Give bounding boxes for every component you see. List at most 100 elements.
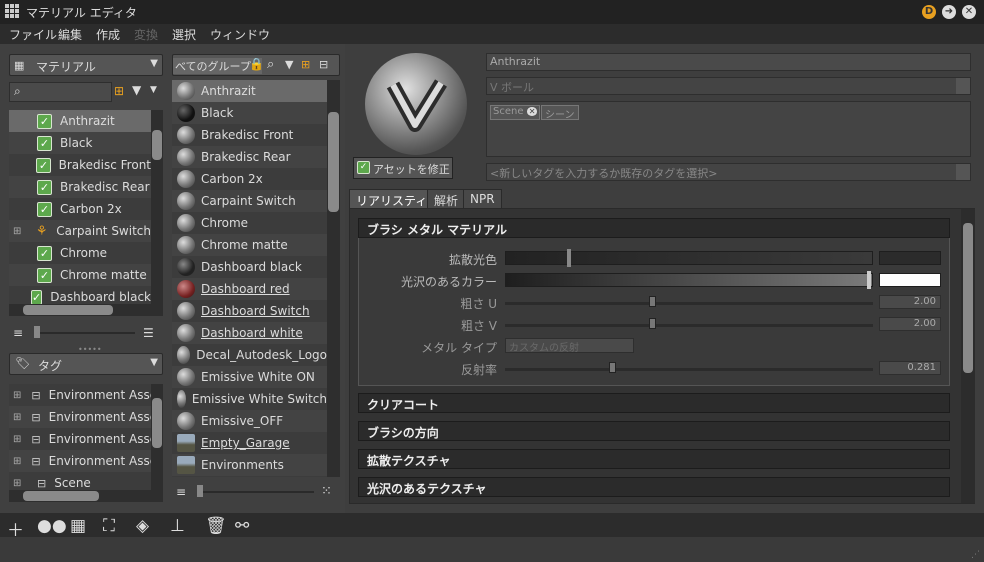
reflectivity-slider[interactable] [505, 368, 873, 371]
library-list-item[interactable]: Emissive_OFF [172, 410, 327, 432]
material-list-item[interactable]: ✓ Brakedisc Front [9, 154, 151, 176]
material-preview[interactable] [365, 53, 467, 155]
tab-npr[interactable]: NPR [463, 189, 502, 209]
library-list-item[interactable]: Environments [172, 454, 327, 476]
tag-list-item[interactable]: ⊞ ⊟ Environment Asse [9, 428, 151, 450]
chevron-down-icon[interactable]: ▼ [150, 85, 157, 95]
material-list-item[interactable]: ✓ Chrome [9, 242, 151, 264]
material-list-item[interactable]: ✓ Dashboard black [9, 286, 151, 304]
search-input[interactable]: ⌕ [9, 82, 112, 102]
material-list-item[interactable]: ✓ Brakedisc Rear [9, 176, 151, 198]
glossy-slider[interactable] [505, 273, 873, 287]
glossy-slider-knob[interactable] [867, 271, 871, 289]
tag-list-item[interactable]: ⊞ ⊟ Scene [9, 472, 151, 490]
assign-grid-icon[interactable]: ▦ [70, 516, 86, 536]
expand-icon[interactable]: ⊞ [13, 412, 21, 423]
reflectivity-knob[interactable] [609, 362, 616, 373]
roughness-v-knob[interactable] [649, 318, 656, 329]
thumb-size-knob[interactable] [197, 485, 203, 497]
roughness-v-value[interactable]: 2.00 [879, 317, 941, 331]
library-list-item[interactable]: Dashboard white [172, 322, 327, 344]
expand-icon[interactable]: ⊞ [13, 226, 25, 237]
expand-icon[interactable]: ⊞ [13, 390, 21, 401]
material-list-item[interactable]: ⊞ ⚘ Carpaint Switch [9, 220, 151, 242]
reflectivity-value[interactable]: 0.281 [879, 361, 941, 375]
node-graph-icon[interactable]: ⚯ [235, 516, 249, 536]
menu-select[interactable]: 選択 [172, 26, 196, 43]
menu-file[interactable]: ファイル [9, 26, 57, 43]
library-list-item[interactable]: Emissive White ON [172, 366, 327, 388]
material-list-hscrollbar[interactable] [9, 304, 163, 316]
resize-grip-icon[interactable]: ⋰ [971, 550, 980, 560]
trash-icon[interactable]: 🗑 [205, 516, 227, 536]
material-list-item[interactable]: ✓ Carbon 2x [9, 198, 151, 220]
section-brush-direction[interactable]: ブラシの方向 [358, 421, 950, 441]
library-list-item[interactable]: Carbon 2x [172, 168, 327, 190]
roughness-u-value[interactable]: 2.00 [879, 295, 941, 309]
library-list-item[interactable]: Chrome [172, 212, 327, 234]
expand-icon[interactable]: ⊞ [13, 434, 21, 445]
material-dropdown[interactable]: ▦ マテリアル ▼ [9, 54, 163, 76]
duplicate-icon[interactable]: ●● [37, 516, 67, 536]
tag-list-hscrollbar[interactable] [9, 490, 163, 502]
tag-list-item[interactable]: ⊞ ⊟ Environment Asse [9, 384, 151, 406]
modify-asset-button[interactable]: ✓ アセットを修正 [353, 157, 453, 179]
material-list-scrollbar[interactable] [151, 110, 163, 304]
glossy-swatch[interactable] [879, 273, 941, 287]
library-scrollbar[interactable] [327, 80, 340, 477]
remove-tag-icon[interactable]: ✕ [526, 107, 538, 116]
menu-edit[interactable]: 編集 [58, 26, 82, 43]
add-tag-input[interactable]: <新しいタグを入力するか既存のタグを選択> [486, 163, 971, 181]
lock-icon[interactable]: 🔒 [249, 57, 264, 71]
menu-window[interactable]: ウィンドウ [210, 26, 270, 43]
library-list-item[interactable]: Brakedisc Front [172, 124, 327, 146]
roughness-v-slider[interactable] [505, 324, 873, 327]
section-title[interactable]: ブラシ メタル マテリアル [358, 218, 950, 238]
section-clearcoat[interactable]: クリアコート [358, 393, 950, 413]
material-list-item[interactable]: ✓ Black [9, 132, 151, 154]
hierarchy-icon[interactable]: ⊞ [301, 58, 310, 71]
expand-icon[interactable]: ⊞ [13, 478, 27, 489]
list-view-icon[interactable]: ≡ [176, 485, 186, 499]
metal-type-select[interactable]: カスタムの反射 [505, 338, 634, 354]
filter-icon[interactable]: ▼ [285, 58, 293, 71]
d-badge-icon[interactable]: D [922, 5, 936, 19]
library-list-item[interactable]: Dashboard red [172, 278, 327, 300]
pick-from-scene-icon[interactable]: ⛶ [103, 516, 115, 536]
arrow-right-icon[interactable]: ➜ [942, 5, 956, 19]
tag-list-item[interactable]: ⊞ ⊟ Environment Asse [9, 450, 151, 472]
section-glossy-texture[interactable]: 光沢のあるテクスチャ [358, 477, 950, 497]
expand-icon[interactable]: ⊞ [13, 456, 21, 467]
library-list-item[interactable]: Anthrazit [172, 80, 327, 102]
list-view-icon[interactable]: ≡ [13, 326, 23, 340]
tag-list-item[interactable]: ⊞ ⊟ Environment Asse [9, 406, 151, 428]
tag-dropdown[interactable]: 🏷 タグ ▼ [9, 353, 163, 375]
library-list-item[interactable]: Carpaint Switch [172, 190, 327, 212]
diffuse-swatch[interactable] [879, 251, 941, 265]
library-list-item[interactable]: Dashboard black [172, 256, 327, 278]
properties-scrollbar[interactable] [961, 209, 975, 503]
library-list-item[interactable]: Black [172, 102, 327, 124]
material-list-item[interactable]: ✓ Anthrazit [9, 110, 151, 132]
hierarchy-icon[interactable]: ⊞ [114, 84, 124, 98]
tag-icon[interactable]: ⊟ [319, 58, 328, 71]
library-list-item[interactable]: Brakedisc Rear [172, 146, 327, 168]
roughness-u-slider[interactable] [505, 302, 873, 305]
library-list-item[interactable]: Emissive White Switch [172, 388, 327, 410]
menu-convert[interactable]: 変換 [134, 26, 158, 43]
menu-create[interactable]: 作成 [96, 26, 120, 43]
search-icon[interactable]: ⌕ [267, 57, 274, 72]
tag-chip-scene-jp[interactable]: シーン [541, 105, 579, 121]
filter-icon[interactable]: ▼ [132, 83, 141, 97]
library-list-item[interactable]: Decal_Autodesk_Logo [172, 344, 327, 366]
diffuse-slider-knob[interactable] [567, 249, 571, 267]
tag-list-scrollbar[interactable] [151, 384, 163, 490]
roughness-u-knob[interactable] [649, 296, 656, 307]
multi-assign-icon[interactable]: ◈ [136, 516, 149, 536]
list-detail-icon[interactable]: ☰ [143, 326, 154, 340]
size-slider[interactable] [35, 332, 135, 334]
material-name-field[interactable]: Anthrazit [486, 53, 971, 71]
material-type-select[interactable]: V ボール [486, 77, 971, 95]
tag-chip-scene[interactable]: Scene ✕ [490, 105, 541, 120]
grid-view-icon[interactable]: ⁙ [321, 484, 332, 499]
